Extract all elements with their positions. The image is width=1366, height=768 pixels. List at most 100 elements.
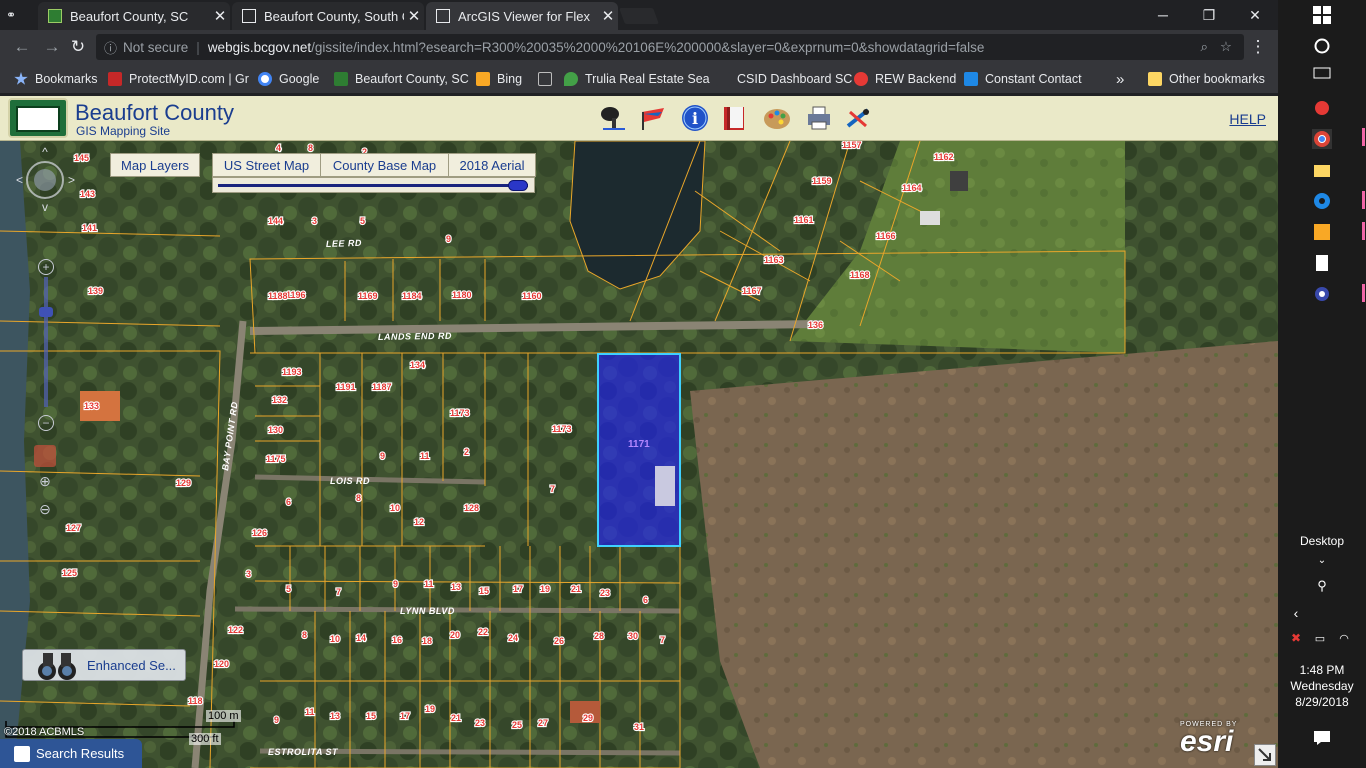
forward-button[interactable]: →	[42, 37, 62, 57]
parcel-number-label: 5	[360, 216, 365, 226]
enhanced-search-button[interactable]: Enhanced Se...	[22, 649, 186, 681]
chevron-down-icon[interactable]: ⌄	[1312, 550, 1332, 570]
parcel-number-label: 1168	[850, 270, 870, 280]
expand-icon	[14, 745, 30, 762]
star-icon[interactable]: ☆	[1220, 39, 1232, 55]
page-icon	[242, 9, 256, 23]
bookmark-item[interactable]: Beaufort County, SC	[334, 70, 469, 88]
parcel-number-label: 7	[550, 484, 555, 494]
bookmark-item[interactable]: ProtectMyID.com | Gr	[108, 70, 249, 88]
bookmarks-more-button[interactable]: »	[1116, 70, 1124, 88]
parcel-number-label: 126	[252, 528, 267, 538]
bookmark-item[interactable]: Constant Contact	[964, 70, 1082, 88]
info-icon[interactable]: i	[680, 104, 710, 132]
cortana-icon[interactable]	[1312, 36, 1332, 56]
bookmark-item[interactable]: Trulia Real Estate Sea	[564, 70, 710, 88]
selected-parcel-highlight[interactable]	[597, 353, 681, 547]
zoom-in-button[interactable]: +	[38, 259, 54, 275]
reload-button[interactable]: ↻	[68, 37, 88, 57]
parcel-number-label: 13	[330, 711, 340, 721]
print-icon[interactable]	[804, 104, 834, 132]
wifi-icon[interactable]: ◠	[1334, 628, 1354, 648]
zoom-out-tool-icon[interactable]: ⊖	[34, 501, 56, 523]
draw-palette-icon[interactable]	[762, 104, 792, 132]
close-tab-icon[interactable]: ✕	[210, 7, 230, 25]
windows-start-icon[interactable]	[1312, 5, 1332, 25]
pan-control[interactable]: ^ v < >	[12, 145, 78, 214]
bookmark-label: CSID Dashboard SC	[737, 72, 853, 86]
people-icon[interactable]: ⚲	[1312, 576, 1332, 596]
resize-corner-icon[interactable]	[1254, 744, 1276, 766]
county-base-map-button[interactable]: County Base Map	[320, 153, 449, 177]
zoom-in-tool-icon[interactable]: ⊕	[34, 473, 56, 495]
map-view[interactable]: LEE RD LANDS END RD BAY POINT RD LOIS RD…	[0, 141, 1278, 768]
url-host: webgis.bcgov.net	[207, 39, 312, 55]
tab-beaufort-sc[interactable]: Beaufort County, SC ✕	[38, 2, 230, 30]
clock[interactable]: 1:48 PM Wednesday 8/29/2018	[1278, 662, 1366, 710]
file-explorer-icon[interactable]	[1312, 160, 1332, 180]
parcel-number-label: 22	[478, 627, 488, 637]
svg-text:^: ^	[42, 147, 48, 159]
zoom-handle[interactable]	[39, 307, 53, 317]
task-view-icon[interactable]	[1312, 64, 1332, 84]
desktop-label[interactable]: Desktop	[1278, 534, 1366, 548]
slider-handle[interactable]	[508, 180, 528, 191]
zoom-slider[interactable]: + −	[36, 259, 56, 431]
close-window-button[interactable]: ✕	[1232, 0, 1278, 30]
search-identify-icon[interactable]	[598, 104, 628, 132]
legend-book-icon[interactable]	[720, 104, 750, 132]
county-favicon-icon	[48, 9, 62, 23]
pan-hand-icon[interactable]	[34, 445, 56, 467]
close-tab-icon[interactable]: ✕	[598, 7, 618, 25]
new-tab-button[interactable]	[619, 8, 659, 24]
address-bar[interactable]: ⓘ Not secure | webgis.bcgov.net /gissite…	[96, 34, 1244, 60]
aerial-2018-button[interactable]: 2018 Aerial	[448, 153, 536, 177]
csid-icon	[716, 72, 730, 86]
site-subtitle: GIS Mapping Site	[76, 124, 171, 138]
zoom-icon[interactable]: ⌕	[1200, 39, 1208, 55]
bookmark-item[interactable]: REW Backend	[854, 70, 956, 88]
parcel-number-label: 128	[464, 503, 479, 513]
menu-icon[interactable]: ⋮	[1248, 37, 1268, 57]
tab-arcgis[interactable]: ArcGIS Viewer for Flex ✕	[426, 2, 618, 30]
bookmark-item[interactable]: Google	[258, 70, 319, 88]
bookmark-item[interactable]	[538, 70, 559, 88]
parcel-number-label: 7	[336, 587, 341, 597]
outlook-icon[interactable]	[1312, 222, 1332, 242]
parcel-number-label: 1187	[372, 382, 392, 392]
vpn-icon[interactable]	[1312, 284, 1332, 304]
bookmark-flag-icon[interactable]	[638, 104, 668, 132]
basemap-opacity-slider[interactable]	[212, 177, 535, 193]
parcel-number-label: 9	[380, 451, 385, 461]
zoom-out-button[interactable]: −	[38, 415, 54, 431]
measure-icon[interactable]	[844, 104, 874, 132]
other-bookmarks[interactable]: Other bookmarks	[1148, 70, 1265, 88]
notifications-icon[interactable]	[1312, 728, 1332, 748]
map-layers-button[interactable]: Map Layers	[110, 153, 200, 177]
edge-icon[interactable]	[1312, 191, 1332, 211]
search-results-tab[interactable]: Search Results	[0, 739, 142, 768]
us-street-map-button[interactable]: US Street Map	[212, 153, 321, 177]
restore-button[interactable]: ❐	[1186, 0, 1232, 30]
chevron-left-icon[interactable]: ‹	[1286, 603, 1306, 623]
minimize-button[interactable]: ─	[1140, 0, 1186, 30]
parcel-number-label: 143	[80, 189, 95, 199]
tab-beaufort-south[interactable]: Beaufort County, South C ✕	[232, 2, 424, 30]
chrome-icon[interactable]	[1312, 129, 1332, 149]
info-icon[interactable]: ⓘ	[104, 38, 117, 57]
document-icon[interactable]	[1312, 253, 1332, 273]
incognito-icon[interactable]: ⚭	[6, 8, 26, 22]
bookmark-item[interactable]: Bookmarks	[14, 70, 98, 88]
bookmark-item[interactable]: CSID Dashboard SC	[716, 70, 852, 88]
back-button[interactable]: ←	[12, 37, 32, 57]
aerial-map[interactable]: LEE RD LANDS END RD BAY POINT RD LOIS RD…	[0, 141, 1278, 768]
battery-icon[interactable]: ▭	[1310, 628, 1330, 648]
tray-app-icon[interactable]: ✖	[1286, 628, 1306, 648]
bookmark-item[interactable]: Bing	[476, 70, 522, 88]
network-app-icon[interactable]	[1312, 98, 1332, 118]
help-link[interactable]: HELP	[1229, 111, 1266, 127]
parcel-number-label: 133	[84, 401, 99, 411]
roof	[950, 171, 968, 191]
close-tab-icon[interactable]: ✕	[404, 7, 424, 25]
parcel-number-label: 1166	[876, 231, 896, 241]
